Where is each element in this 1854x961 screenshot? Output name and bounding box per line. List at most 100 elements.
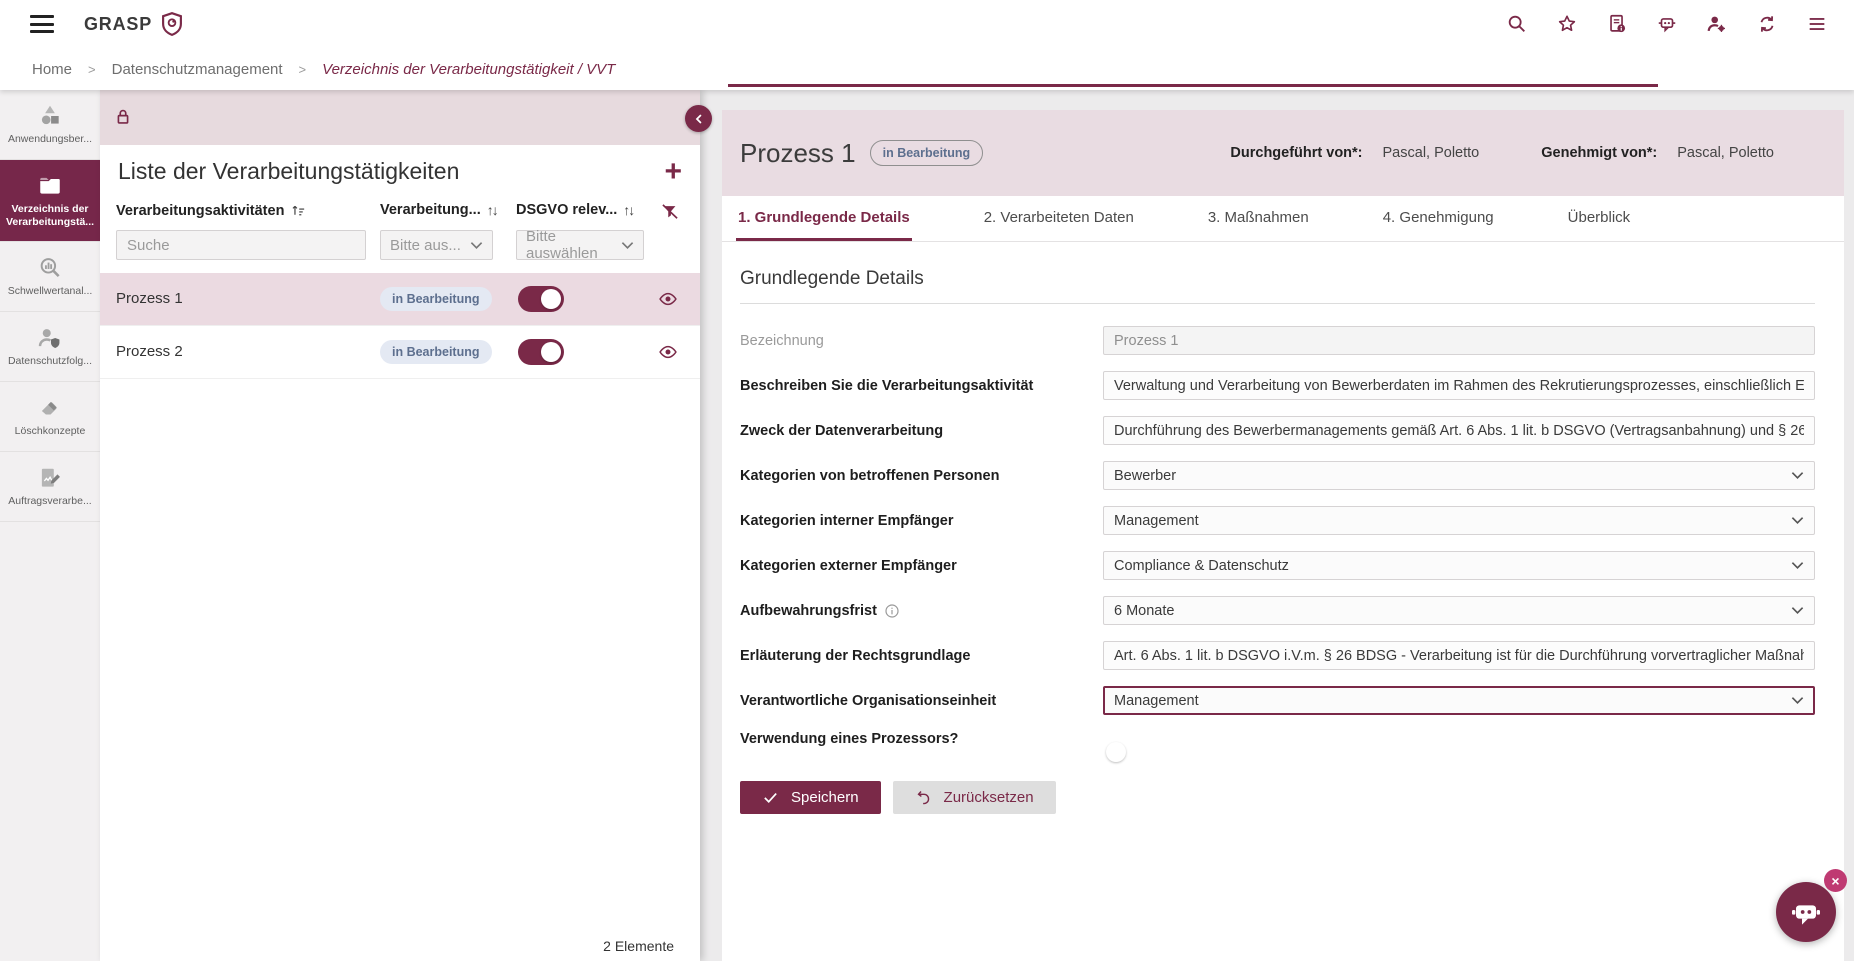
chevron-down-icon bbox=[1791, 471, 1804, 480]
chevron-down-icon bbox=[1791, 606, 1804, 615]
top-bar: GRASP bbox=[0, 0, 1854, 48]
field-label-organisationseinheit: Verantwortliche Organisationseinheit bbox=[740, 693, 1103, 709]
eye-icon[interactable] bbox=[658, 289, 678, 309]
field-label-externe-empfaenger: Kategorien externer Empfänger bbox=[740, 558, 1103, 574]
breadcrumb-datenschutzmanagement[interactable]: Datenschutzmanagement bbox=[112, 61, 283, 78]
sidebar-item-label: Verzeichnis der Verarbeitungstä... bbox=[2, 203, 98, 228]
interne-empfaenger-select[interactable]: Management bbox=[1103, 506, 1815, 535]
aufbewahrungsfrist-select[interactable]: 6 Monate bbox=[1103, 596, 1815, 625]
sort-icon: ↑↓ bbox=[623, 202, 633, 218]
field-label-verarbeitungsaktivitaet: Beschreiben Sie die Verarbeitungsaktivit… bbox=[740, 378, 1103, 394]
eye-icon[interactable] bbox=[658, 342, 678, 362]
dsgvo-filter-select[interactable]: Bitte auswählen bbox=[516, 230, 644, 260]
list-item-prozess-2[interactable]: Prozess 2 in Bearbeitung bbox=[100, 326, 700, 379]
chevron-down-icon bbox=[1791, 561, 1804, 570]
toggle-knob bbox=[541, 289, 561, 309]
approved-by-value: Pascal, Poletto bbox=[1677, 145, 1774, 161]
breadcrumb-separator: > bbox=[88, 62, 96, 77]
performed-by-label: Durchgeführt von*: bbox=[1230, 145, 1362, 161]
tab-ueberblick[interactable]: Überblick bbox=[1566, 196, 1633, 241]
person-shield-icon bbox=[37, 325, 63, 351]
info-icon[interactable] bbox=[884, 603, 900, 619]
tab-verarbeiteten-daten[interactable]: 2. Verarbeiteten Daten bbox=[982, 196, 1136, 241]
detail-status-badge: in Bearbeitung bbox=[870, 140, 984, 166]
sidebar-item-label: Löschkonzepte bbox=[15, 425, 86, 438]
field-label-rechtsgrundlage: Erläuterung der Rechtsgrundlage bbox=[740, 648, 1103, 664]
list-icon[interactable] bbox=[1806, 13, 1828, 35]
column-verarbeitungsstatus[interactable]: Verarbeitung... ↑↓ bbox=[380, 202, 497, 218]
dsgvo-toggle[interactable] bbox=[518, 286, 564, 312]
collapse-panel-button[interactable] bbox=[685, 105, 712, 132]
organisationseinheit-select[interactable]: Management bbox=[1103, 686, 1815, 715]
process-name: Prozess 1 bbox=[116, 290, 183, 307]
breadcrumb-home[interactable]: Home bbox=[32, 61, 72, 78]
sidebar-item-label: Schwellwertanal... bbox=[8, 285, 93, 298]
sidebar-item-auftragsverarbeitung[interactable]: Auftragsverarbe... bbox=[0, 452, 100, 522]
user-settings-icon[interactable] bbox=[1706, 13, 1728, 35]
field-label-prozessor: Verwendung eines Prozessors? bbox=[740, 731, 1103, 747]
sidebar-item-loeschkonzepte[interactable]: Löschkonzepte bbox=[0, 382, 100, 452]
threshold-magnifier-icon bbox=[37, 255, 63, 281]
folder-icon bbox=[37, 173, 63, 199]
field-label-betroffene-personen: Kategorien von betroffenen Personen bbox=[740, 468, 1103, 484]
clear-filter-icon[interactable] bbox=[660, 202, 680, 222]
status-filter-select[interactable]: Bitte aus... bbox=[380, 230, 493, 260]
check-icon bbox=[762, 789, 779, 806]
list-count: 2 Elemente bbox=[603, 938, 674, 954]
tab-grundlegende-details[interactable]: 1. Grundlegende Details bbox=[736, 196, 912, 241]
chat-bot-icon bbox=[1790, 896, 1822, 928]
sidebar-item-schwellwertanalyse[interactable]: Schwellwertanal... bbox=[0, 242, 100, 312]
topbar-actions bbox=[1506, 13, 1828, 35]
column-verarbeitungsaktivitaeten[interactable]: Verarbeitungsaktivitäten bbox=[116, 202, 307, 219]
tab-massnahmen[interactable]: 3. Maßnahmen bbox=[1206, 196, 1311, 241]
add-process-button[interactable]: + bbox=[664, 157, 682, 187]
chevron-down-icon bbox=[1791, 696, 1804, 705]
status-badge: in Bearbeitung bbox=[380, 287, 492, 311]
eraser-icon bbox=[37, 395, 63, 421]
hamburger-icon[interactable] bbox=[30, 15, 54, 33]
sidebar-item-anwendungsbereich[interactable]: Anwendungsber... bbox=[0, 90, 100, 160]
dsgvo-toggle[interactable] bbox=[518, 339, 564, 365]
module-sidebar: Anwendungsber... Verzeichnis der Verarbe… bbox=[0, 90, 100, 961]
undo-icon bbox=[915, 789, 932, 806]
status-badge: in Bearbeitung bbox=[380, 340, 492, 364]
processing-activities-panel: Liste der Verarbeitungstätigkeiten + Ver… bbox=[100, 90, 700, 961]
performed-by-value: Pascal, Poletto bbox=[1383, 145, 1480, 161]
chevron-down-icon bbox=[470, 241, 483, 250]
save-button[interactable]: Speichern bbox=[740, 781, 881, 814]
sidebar-item-label: Datenschutzfolg... bbox=[8, 355, 92, 368]
close-icon[interactable]: × bbox=[1824, 869, 1847, 892]
field-label-interne-empfaenger: Kategorien interner Empfänger bbox=[740, 513, 1103, 529]
section-divider bbox=[740, 303, 1815, 304]
list-title: Liste der Verarbeitungstätigkeiten bbox=[118, 158, 459, 185]
externe-empfaenger-select[interactable]: Compliance & Datenschutz bbox=[1103, 551, 1815, 580]
detail-meta: Durchgeführt von*: Pascal, Poletto Geneh… bbox=[1230, 145, 1774, 161]
search-icon[interactable] bbox=[1506, 13, 1528, 35]
search-input[interactable] bbox=[116, 230, 366, 260]
chat-bot-fab[interactable] bbox=[1776, 882, 1836, 942]
list-item-prozess-1[interactable]: Prozess 1 in Bearbeitung bbox=[100, 273, 700, 326]
column-dsgvo-relevant[interactable]: DSGVO relev... ↑↓ bbox=[516, 202, 633, 218]
bezeichnung-field bbox=[1103, 326, 1815, 355]
sort-icon: ↑↓ bbox=[487, 202, 497, 218]
star-icon[interactable] bbox=[1556, 13, 1578, 35]
app-logo[interactable]: GRASP bbox=[84, 11, 185, 37]
detail-tabs: 1. Grundlegende Details 2. Verarbeiteten… bbox=[722, 196, 1844, 242]
reset-button[interactable]: Zurücksetzen bbox=[893, 781, 1056, 814]
rechtsgrundlage-field[interactable] bbox=[1103, 641, 1815, 670]
verarbeitungsaktivitaet-field[interactable] bbox=[1103, 371, 1815, 400]
chevron-down-icon bbox=[621, 241, 634, 250]
sidebar-item-verzeichnis-verarbeitungstaetigkeit[interactable]: Verzeichnis der Verarbeitungstä... bbox=[0, 160, 100, 242]
sidebar-item-datenschutzfolgeabschaetzung[interactable]: Datenschutzfolg... bbox=[0, 312, 100, 382]
breadcrumb-separator: > bbox=[299, 62, 307, 77]
field-label-bezeichnung: Bezeichnung bbox=[740, 333, 1103, 349]
document-pencil-icon bbox=[37, 465, 63, 491]
report-info-icon[interactable] bbox=[1606, 13, 1628, 35]
zweck-field[interactable] bbox=[1103, 416, 1815, 445]
field-label-aufbewahrungsfrist: Aufbewahrungsfrist bbox=[740, 603, 1103, 619]
sync-icon[interactable] bbox=[1756, 13, 1778, 35]
chat-bot-icon[interactable] bbox=[1656, 13, 1678, 35]
brand-text: GRASP bbox=[84, 14, 152, 35]
tab-genehmigung[interactable]: 4. Genehmigung bbox=[1381, 196, 1496, 241]
betroffene-personen-select[interactable]: Bewerber bbox=[1103, 461, 1815, 490]
